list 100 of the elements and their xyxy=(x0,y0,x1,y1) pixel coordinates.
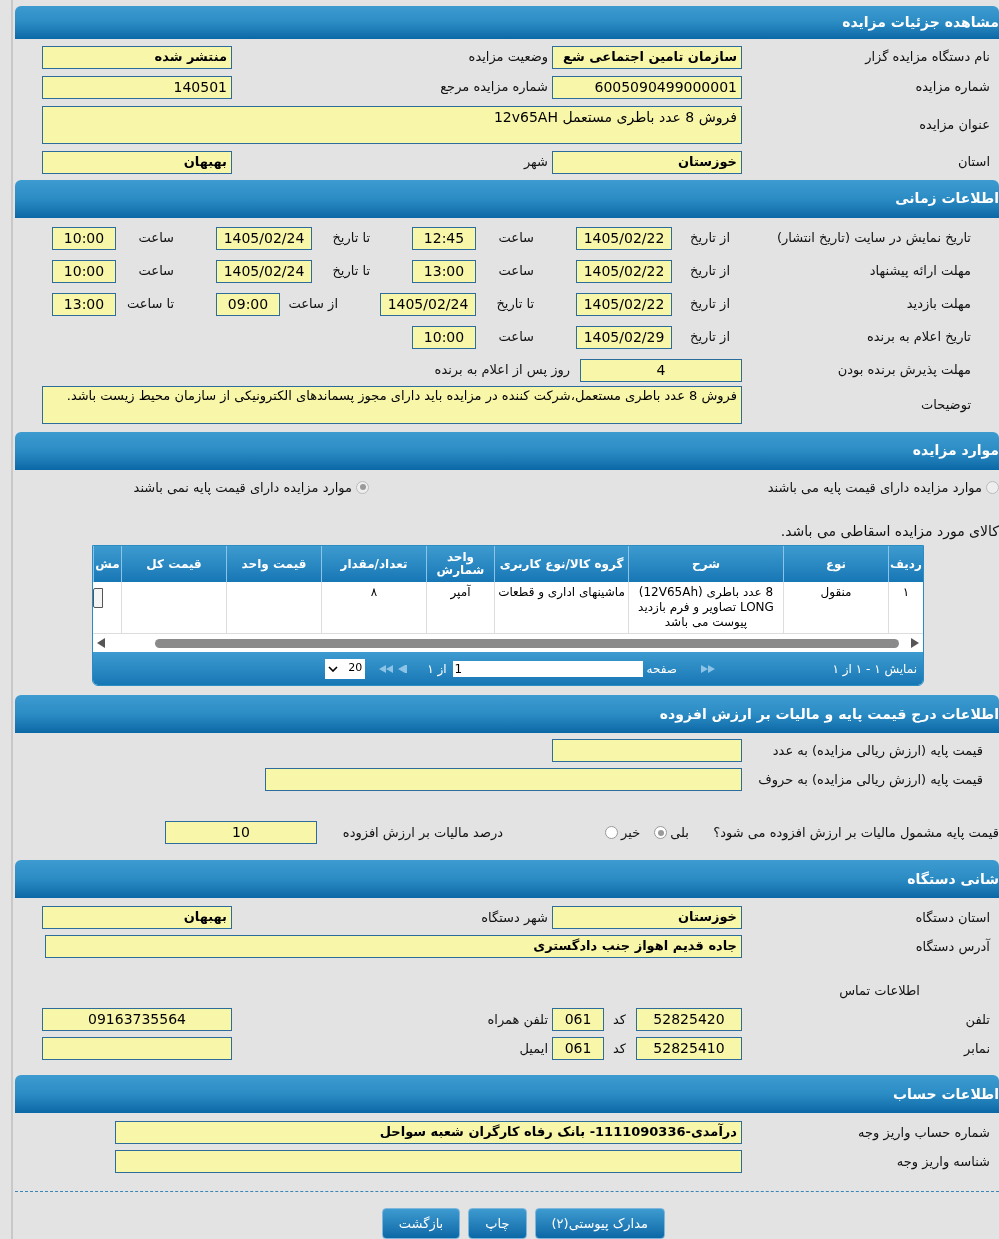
value-field: 09163735564 xyxy=(42,1008,232,1031)
field-label: تا تاریخ xyxy=(495,295,535,314)
column-header: گروه کالا/نوع کاربری xyxy=(494,546,628,582)
value-field: 10 xyxy=(165,821,317,844)
field-label: قیمت پایه مشمول مالیات بر ارزش افزوده می شود؟ xyxy=(712,823,999,843)
value-field: 13:00 xyxy=(412,259,476,283)
field-label: ساعت xyxy=(137,229,175,248)
field-label: تلفن همراه xyxy=(486,1010,549,1030)
value-field: جاده قدیم اهواز جنب دادگستری xyxy=(45,935,742,958)
column-header: واحد شمارش xyxy=(426,546,494,582)
field-label: خیر xyxy=(621,823,641,842)
field-label: تا تاریخ xyxy=(331,229,371,248)
section-title: اطلاعات حساب xyxy=(892,1084,999,1104)
pager-summary: نمایش ۱ - ۱ از ۱ xyxy=(831,660,917,678)
field-label: استان xyxy=(957,153,990,172)
field-label: شماره حساب واریز وجه xyxy=(857,1123,990,1143)
field-label: تا تاریخ xyxy=(331,262,371,281)
field-label: کد xyxy=(612,1039,627,1058)
value-field: فروش 8 عدد باطری مستعمل 12v65AH xyxy=(42,105,742,144)
field-label: مهلت پذیرش برنده بودن xyxy=(836,361,972,380)
value-field: 09:00 xyxy=(216,292,280,316)
column-header: ردیف xyxy=(888,546,923,582)
chevron-down-icon xyxy=(328,665,339,672)
table-cell: ماشینهای اداری و قطعات xyxy=(494,582,628,633)
scrollbar[interactable] xyxy=(155,638,899,648)
last-page-icon[interactable] xyxy=(701,664,717,673)
value-field: 061 xyxy=(552,1037,604,1060)
row-button[interactable] xyxy=(93,588,103,608)
value-field: خوزستان xyxy=(552,150,742,174)
value-field: 1405/02/22 xyxy=(576,292,672,316)
column-header: مش xyxy=(93,546,121,582)
column-header: شرح xyxy=(628,546,783,582)
action-button[interactable]: چاپ xyxy=(468,1208,527,1239)
field-label: شهر xyxy=(522,153,549,172)
value-field: 6005090499000001 xyxy=(552,75,742,99)
notes-field: فروش 8 عدد باطری مستعمل،شرکت کننده در مزایده باید دارای مجوز پسماندهای الکترونیکی از سازمان محیط زیست باشد. xyxy=(42,385,742,424)
table-cell: ۱ xyxy=(888,582,923,633)
value-field: بهبهان xyxy=(42,150,232,174)
section-title: اطلاعات زمانی xyxy=(895,189,999,208)
value-field: 1405/02/24 xyxy=(216,259,312,283)
value-field: 061 xyxy=(552,1008,604,1031)
field-label: مهلت بازدید xyxy=(905,295,972,314)
field-label: قیمت پایه (ارزش ریالی مزایده) به حروف xyxy=(757,770,983,790)
field-label: کد xyxy=(612,1010,627,1029)
action-button[interactable]: مدارک پیوستی(۲) xyxy=(534,1208,665,1239)
radio-button[interactable] xyxy=(356,480,369,494)
field-label: از ساعت xyxy=(287,295,339,314)
value-field: 4 xyxy=(580,358,742,382)
section-title: موارد مزایده xyxy=(912,441,999,461)
column-header: نوع xyxy=(783,546,888,582)
page-size-select[interactable]: 20 xyxy=(325,658,366,679)
field-label: آدرس دستگاه xyxy=(914,937,990,957)
field-label: ساعت xyxy=(497,328,535,347)
value-field: 12:45 xyxy=(412,226,476,250)
scroll-right-icon[interactable] xyxy=(911,638,919,648)
page-input[interactable]: 1 xyxy=(452,660,643,677)
field-label: نام دستگاه مزایده گزار xyxy=(863,48,990,67)
field-label: کالای مورد مزایده اسقاطی می باشد. xyxy=(780,523,999,539)
value-field: 1405/02/29 xyxy=(576,325,672,349)
field-label: مهلت ارائه پیشنهاد xyxy=(868,262,972,281)
field-label: ساعت xyxy=(497,262,535,281)
field-label: توضیحات xyxy=(920,395,972,415)
radio-button[interactable] xyxy=(605,826,619,839)
field-label: موارد مزایده دارای قیمت پایه نمی باشند xyxy=(133,478,352,497)
field-label: استان دستگاه xyxy=(914,908,990,927)
section-title: مشاهده جزئیات مزایده xyxy=(842,12,999,33)
table-cell: ۸ xyxy=(321,582,426,633)
radio-button[interactable] xyxy=(654,826,668,839)
radio-button[interactable] xyxy=(986,480,999,494)
value-field: 1405/02/22 xyxy=(576,259,672,283)
field-label: از تاریخ xyxy=(689,328,731,347)
value-field: 13:00 xyxy=(52,292,116,316)
table-cell: منقول xyxy=(783,582,888,633)
field-label: بلی xyxy=(670,823,689,842)
value-field: 1405/02/24 xyxy=(216,226,312,250)
field-label: تاریخ نمایش در سایت (تاریخ انتشار) xyxy=(775,229,972,248)
value-field: 10:00 xyxy=(52,226,116,250)
field-label: عنوان مزایده xyxy=(918,115,990,135)
field-label: تاریخ اعلام به برنده xyxy=(865,328,972,347)
value-field: درآمدی-1111090336- بانک رفاه کارگران شعبه سواحل xyxy=(115,1121,742,1144)
value-field: منتشر شده xyxy=(42,45,232,69)
value-field: خوزستان xyxy=(552,906,742,929)
value-field: 52825410 xyxy=(636,1037,742,1060)
page-label: صفحه xyxy=(646,660,677,678)
field-label: از تاریخ xyxy=(689,229,731,248)
field-label: ساعت xyxy=(497,229,535,248)
value-field: 10:00 xyxy=(52,259,116,283)
value-field: 1405/02/22 xyxy=(576,226,672,250)
table-cell: آمپر xyxy=(426,582,494,633)
field-label: درصد مالیات بر ارزش افزوده xyxy=(341,823,503,843)
field-label: شماره مزایده مرجع xyxy=(439,78,549,97)
value-field: 1405/02/24 xyxy=(380,292,476,316)
field-label: روز پس از اعلام به برنده xyxy=(434,361,570,380)
page-count: از ۱ xyxy=(427,660,447,678)
field-label: وضعیت مزایده xyxy=(467,48,549,67)
value-field: 140501 xyxy=(42,75,232,99)
field-label: تلفن xyxy=(964,1010,990,1030)
scroll-left-icon[interactable] xyxy=(97,638,105,648)
action-button[interactable]: بازگشت xyxy=(381,1208,461,1239)
table-cell: 8 عدد باطری (12V65Ah) LONG تصاویر و فرم بازدید پیوست می باشد xyxy=(628,582,783,633)
